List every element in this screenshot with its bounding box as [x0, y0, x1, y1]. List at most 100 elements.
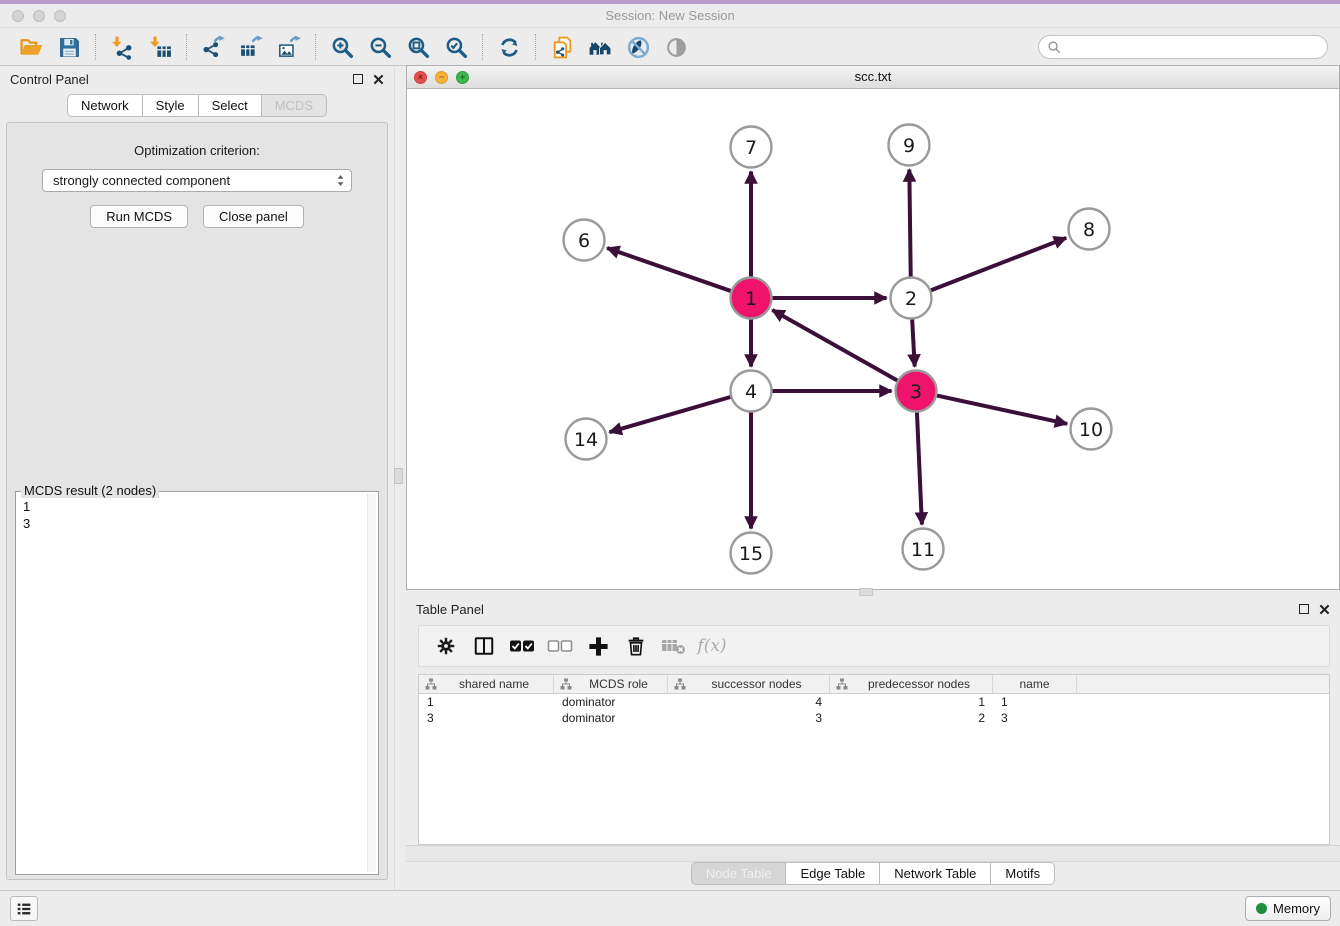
- run-mcds-button[interactable]: Run MCDS: [90, 205, 188, 228]
- show-columns-button[interactable]: [467, 631, 501, 661]
- add-column-button[interactable]: [581, 631, 615, 661]
- window-maximize-button[interactable]: +: [456, 71, 469, 84]
- network-window-titlebar[interactable]: × − + scc.txt: [407, 66, 1339, 89]
- mcds-result-line: 1: [23, 498, 361, 515]
- app-minimize-button[interactable]: [33, 10, 45, 22]
- cell-successor-nodes[interactable]: 3: [668, 711, 830, 725]
- column-header-shared-name[interactable]: shared name: [419, 675, 554, 693]
- table-row[interactable]: 3 dominator 3 2 3: [419, 710, 1329, 726]
- search-input[interactable]: [1067, 40, 1319, 55]
- toolbar-separator: [315, 34, 316, 60]
- import-table-button[interactable]: [141, 32, 179, 62]
- cell-predecessor-nodes[interactable]: 1: [830, 695, 993, 709]
- cell-name[interactable]: 3: [993, 711, 1077, 725]
- trash-icon: [625, 635, 647, 657]
- graph-edge-2-3[interactable]: [912, 319, 915, 366]
- graph-edge-3-11[interactable]: [917, 412, 922, 524]
- zoom-fit-icon: [406, 35, 431, 60]
- zoom-fit-button[interactable]: [399, 32, 437, 62]
- close-panel-icon[interactable]: [373, 74, 384, 85]
- hierarchy-icon: [560, 678, 572, 690]
- cell-mcds-role[interactable]: dominator: [554, 695, 668, 709]
- result-scrollbar[interactable]: [367, 494, 376, 872]
- graph-edge-3-1[interactable]: [772, 310, 897, 380]
- table-settings-button[interactable]: [429, 631, 463, 661]
- apply-layout-button[interactable]: [490, 32, 528, 62]
- float-table-panel-icon[interactable]: [1299, 604, 1309, 614]
- mcds-result-line: 3: [23, 515, 361, 532]
- delete-column-button[interactable]: [619, 631, 653, 661]
- export-network-button[interactable]: [194, 32, 232, 62]
- graph-node-label: 7: [745, 137, 757, 159]
- column-header-mcds-role[interactable]: MCDS role: [554, 675, 668, 693]
- close-panel-button[interactable]: Close panel: [203, 205, 304, 228]
- graph-edge-2-9[interactable]: [909, 169, 910, 276]
- save-session-button[interactable]: [50, 32, 88, 62]
- graph-edge-1-6[interactable]: [607, 248, 731, 291]
- graph-edge-2-8[interactable]: [931, 238, 1066, 290]
- plus-icon: [587, 635, 610, 658]
- graph-edge-4-14[interactable]: [610, 397, 731, 432]
- export-table-button[interactable]: [232, 32, 270, 62]
- refresh-icon: [497, 35, 522, 60]
- column-header-name[interactable]: name: [993, 675, 1077, 693]
- table-row[interactable]: 1 dominator 4 1 1: [419, 694, 1329, 710]
- column-header-successor-nodes[interactable]: successor nodes: [668, 675, 830, 693]
- select-all-button[interactable]: [505, 631, 539, 661]
- network-canvas[interactable]: 1234678910111415: [407, 89, 1339, 589]
- list-icon: [15, 900, 33, 918]
- tab-select[interactable]: Select: [198, 94, 262, 117]
- birds-eye-view-button[interactable]: [657, 32, 695, 62]
- toolbar-separator: [535, 34, 536, 60]
- float-panel-icon[interactable]: [353, 74, 363, 84]
- optimization-criterion-label: Optimization criterion:: [134, 143, 260, 158]
- tab-network[interactable]: Network: [67, 94, 143, 117]
- zoom-in-button[interactable]: [323, 32, 361, 62]
- first-neighbors-button[interactable]: [581, 32, 619, 62]
- graph-node-label: 9: [903, 135, 915, 157]
- clone-network-button[interactable]: [543, 32, 581, 62]
- search-icon: [1047, 40, 1062, 55]
- close-table-panel-icon[interactable]: [1319, 604, 1330, 615]
- open-session-button[interactable]: [12, 32, 50, 62]
- app-zoom-button[interactable]: [54, 10, 66, 22]
- column-header-predecessor-nodes[interactable]: predecessor nodes: [830, 675, 993, 693]
- cell-shared-name[interactable]: 1: [419, 695, 554, 709]
- task-history-button[interactable]: [10, 896, 38, 921]
- memory-button[interactable]: Memory: [1245, 896, 1331, 921]
- cell-mcds-role[interactable]: dominator: [554, 711, 668, 725]
- zoom-out-button[interactable]: [361, 32, 399, 62]
- zoom-out-icon: [368, 35, 393, 60]
- import-network-icon: [110, 35, 135, 60]
- tab-mcds[interactable]: MCDS: [261, 94, 327, 117]
- tab-node-table[interactable]: Node Table: [691, 862, 787, 885]
- window-close-button[interactable]: ×: [414, 71, 427, 84]
- tab-network-table[interactable]: Network Table: [879, 862, 991, 885]
- window-minimize-button[interactable]: −: [435, 71, 448, 84]
- mcds-result-box: MCDS result (2 nodes) 1 3: [15, 491, 379, 875]
- cell-shared-name[interactable]: 3: [419, 711, 554, 725]
- cell-name[interactable]: 1: [993, 695, 1077, 709]
- network-view-window: × − + scc.txt 1234678910111415: [406, 65, 1340, 590]
- graph-edge-3-10[interactable]: [937, 396, 1067, 424]
- cell-predecessor-nodes[interactable]: 2: [830, 711, 993, 725]
- mcds-tab-body: Optimization criterion: strongly connect…: [6, 122, 388, 880]
- tab-style[interactable]: Style: [142, 94, 199, 117]
- zoom-selected-button[interactable]: [437, 32, 475, 62]
- import-table-icon: [148, 35, 173, 60]
- import-network-button[interactable]: [103, 32, 141, 62]
- optimization-criterion-select[interactable]: strongly connected component: [42, 169, 352, 192]
- graphics-details-button[interactable]: [619, 32, 657, 62]
- graph-node-label: 4: [745, 381, 757, 403]
- tab-motifs[interactable]: Motifs: [990, 862, 1055, 885]
- deselect-all-button[interactable]: [543, 631, 577, 661]
- table-panel-title: Table Panel: [416, 602, 484, 617]
- network-graph[interactable]: 1234678910111415: [407, 89, 1339, 590]
- export-image-button[interactable]: [270, 32, 308, 62]
- tab-edge-table[interactable]: Edge Table: [785, 862, 880, 885]
- save-floppy-icon: [57, 35, 82, 60]
- vertical-splitter-handle[interactable]: [394, 468, 403, 484]
- app-close-button[interactable]: [12, 10, 24, 22]
- cell-successor-nodes[interactable]: 4: [668, 695, 830, 709]
- horizontal-splitter-handle[interactable]: [859, 588, 873, 596]
